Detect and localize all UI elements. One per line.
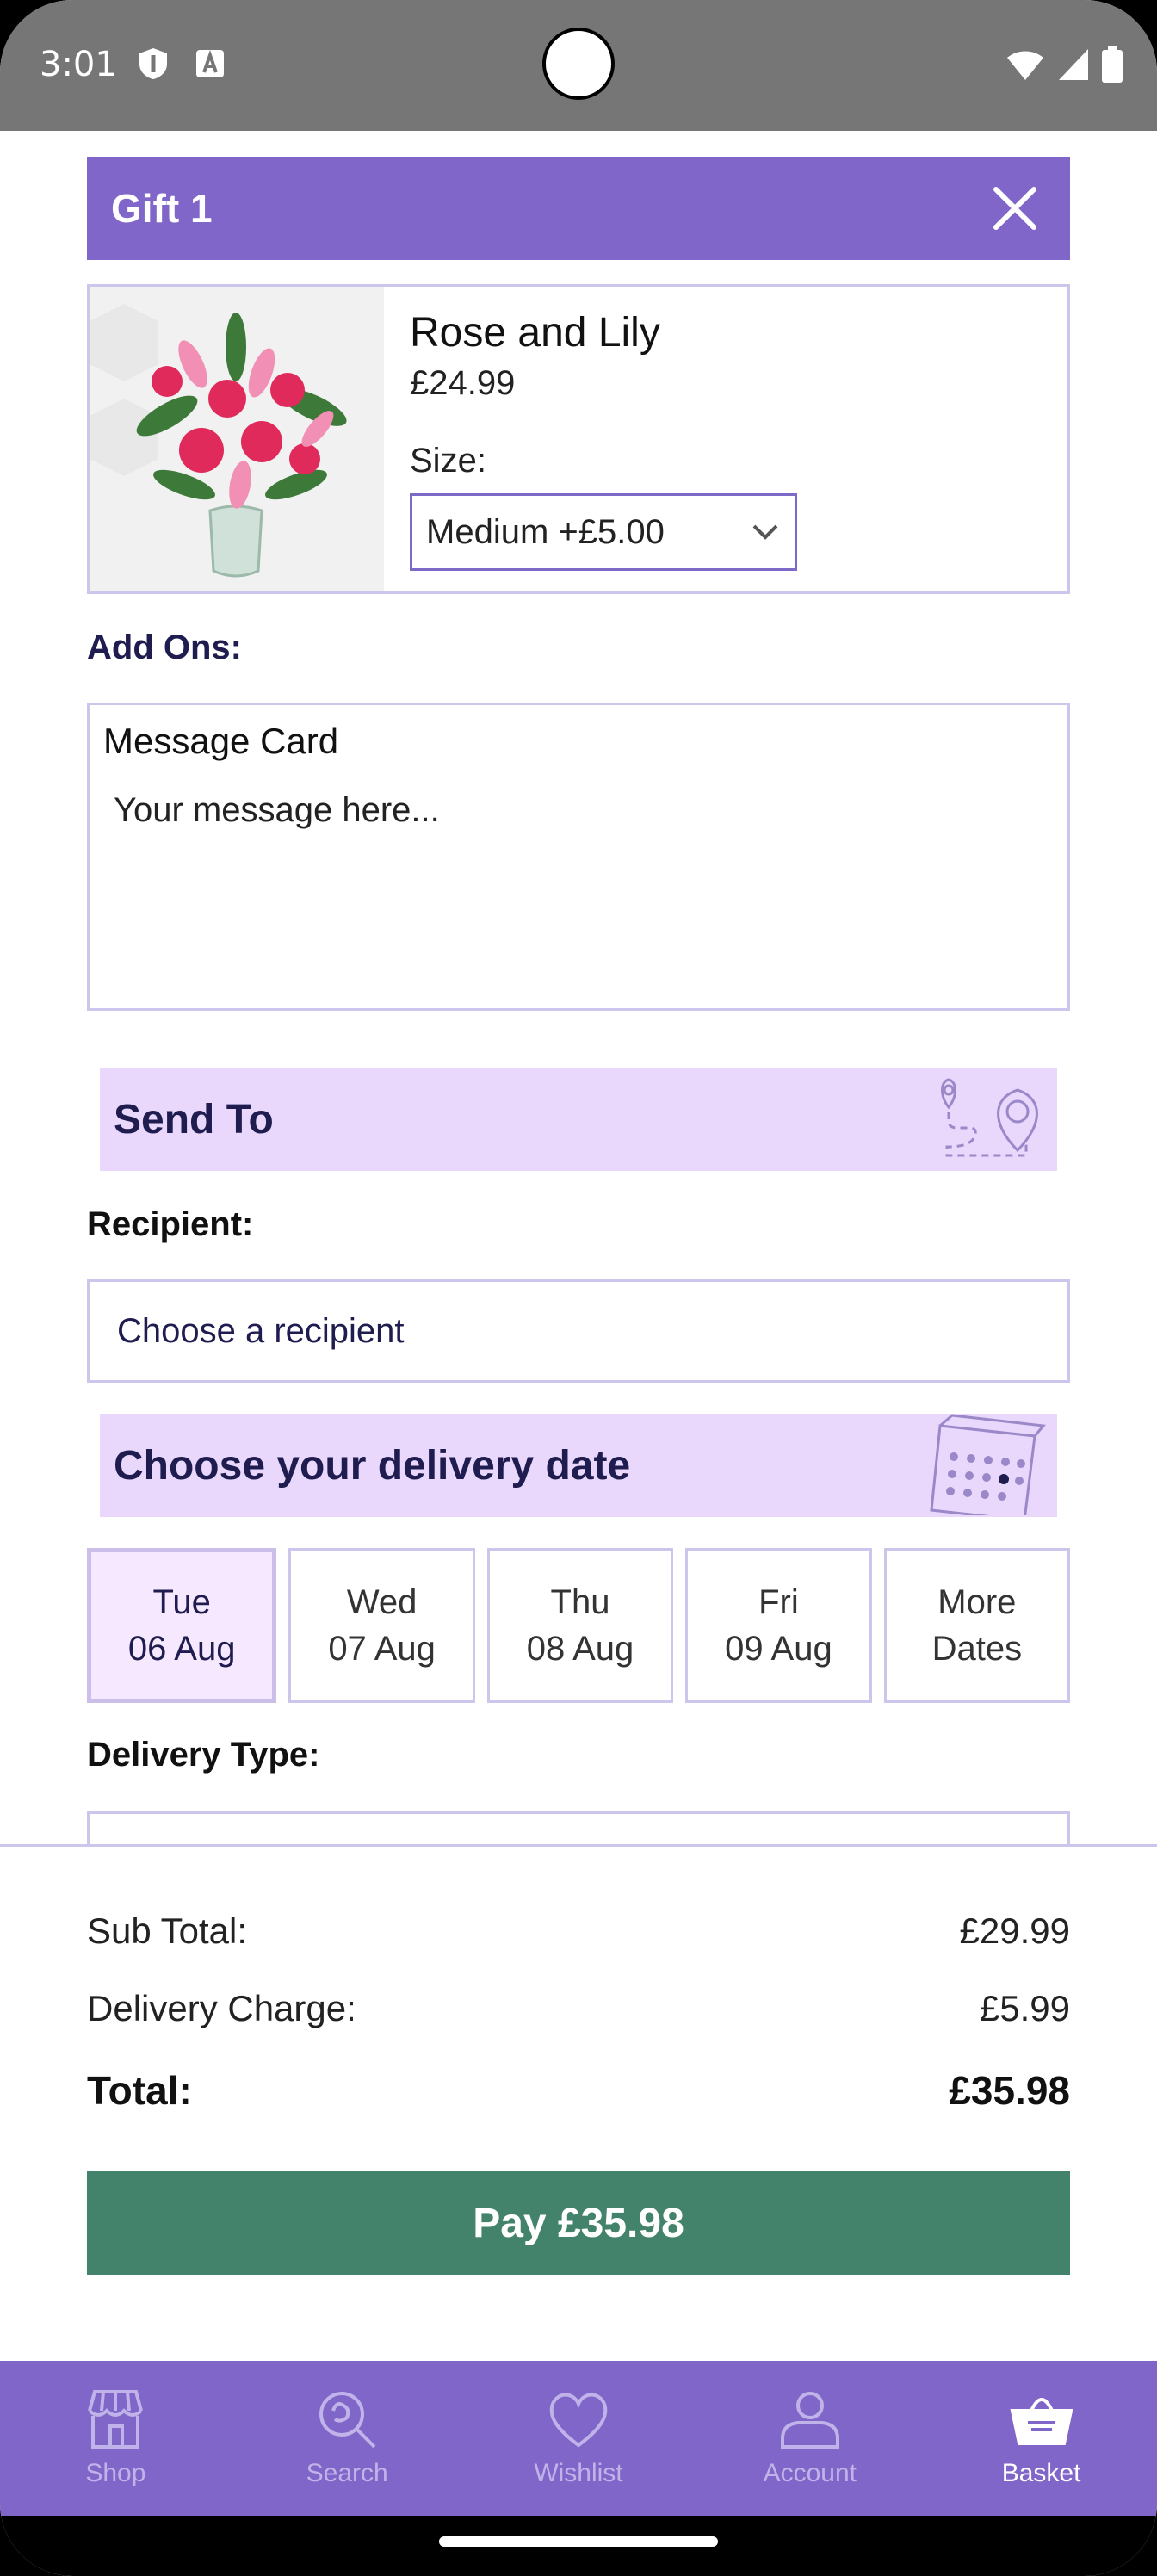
nav-search[interactable]: Search — [232, 2361, 463, 2516]
battery-icon — [1102, 46, 1123, 83]
cell-signal-icon — [1059, 49, 1088, 80]
account-icon — [780, 2392, 839, 2449]
size-select-value: Medium +£5.00 — [426, 512, 665, 551]
status-icons — [1005, 46, 1123, 83]
date-date: 08 Aug — [526, 1630, 634, 1668]
more-dates-button[interactable]: More Dates — [883, 1548, 1071, 1703]
size-select[interactable]: Medium +£5.00 — [410, 493, 797, 571]
delivery-type-label: Delivery Type: — [87, 1736, 320, 1774]
home-indicator[interactable] — [439, 2536, 718, 2547]
status-bar: 3:01 — [0, 0, 1157, 131]
total-value: £35.98 — [949, 2068, 1070, 2113]
delivery-charge-value: £5.99 — [979, 1988, 1070, 2028]
date-option-wed[interactable]: Wed 07 Aug — [288, 1548, 475, 1703]
product-price: £24.99 — [410, 364, 516, 402]
date-day: Fri — [758, 1583, 799, 1621]
nav-shop-label: Shop — [85, 2459, 146, 2487]
gesture-bar — [0, 2516, 1157, 2576]
totals-panel: Sub Total: £29.99 Delivery Charge: £5.99… — [0, 1844, 1157, 2361]
date-day: Thu — [550, 1583, 610, 1621]
date-option-tue[interactable]: Tue 06 Aug — [87, 1548, 277, 1703]
wifi-icon — [1007, 51, 1043, 80]
delivery-charge-row: Delivery Charge: £5.99 — [87, 1988, 1070, 2029]
nav-basket-label: Basket — [1001, 2459, 1081, 2487]
calendar-icon — [930, 1414, 1046, 1515]
recipient-label: Recipient: — [87, 1205, 254, 1243]
bottom-nav: Shop Search Wishlist Account Basket — [0, 2361, 1157, 2516]
size-label: Size: — [410, 442, 486, 480]
date-date: 06 Aug — [127, 1630, 236, 1668]
nav-basket[interactable]: Basket — [925, 2361, 1157, 2516]
message-input[interactable] — [114, 791, 1043, 830]
date-day: More — [937, 1583, 1017, 1621]
subtotal-label: Sub Total: — [87, 1910, 248, 1951]
nav-account-label: Account — [763, 2459, 857, 2487]
delivery-type-select[interactable] — [87, 1811, 1070, 1844]
route-map-icon — [941, 1078, 1038, 1157]
product-card: Rose and Lily £24.99 Size: Medium +£5.00 — [87, 284, 1070, 594]
product-image — [90, 287, 384, 591]
send-to-banner: Send To — [100, 1068, 1057, 1171]
date-date: 07 Aug — [328, 1630, 436, 1668]
send-to-title: Send To — [114, 1096, 274, 1142]
message-card-box[interactable]: Message Card — [87, 703, 1070, 1011]
close-icon[interactable] — [991, 184, 1039, 232]
message-card-title: Message Card — [103, 721, 339, 761]
subtotal-value: £29.99 — [959, 1910, 1070, 1951]
nav-search-label: Search — [306, 2459, 388, 2487]
date-option-fri[interactable]: Fri 09 Aug — [685, 1548, 872, 1703]
delivery-dates-row: Tue 06 Aug Wed 07 Aug Thu 08 Aug Fri 09 … — [87, 1548, 1071, 1703]
total-label: Total: — [87, 2068, 192, 2113]
nav-wishlist-label: Wishlist — [534, 2459, 623, 2487]
date-date: 09 Aug — [725, 1630, 832, 1668]
gift-title: Gift 1 — [111, 186, 213, 231]
status-time: 3:01 — [40, 45, 117, 84]
date-day: Tue — [152, 1583, 211, 1621]
nav-shop[interactable]: Shop — [0, 2361, 232, 2516]
subtotal-row: Sub Total: £29.99 — [87, 1910, 1070, 1952]
font-a-icon — [196, 49, 224, 77]
recipient-placeholder: Choose a recipient — [117, 1311, 405, 1350]
addons-label: Add Ons: — [87, 629, 242, 666]
delivery-date-title: Choose your delivery date — [114, 1442, 631, 1489]
nav-wishlist[interactable]: Wishlist — [463, 2361, 695, 2516]
date-day: Wed — [346, 1583, 418, 1621]
recipient-select[interactable]: Choose a recipient — [87, 1279, 1070, 1383]
shop-icon — [88, 2390, 144, 2449]
shield-icon — [139, 48, 167, 79]
heart-icon — [549, 2393, 608, 2448]
date-option-thu[interactable]: Thu 08 Aug — [486, 1548, 674, 1703]
gift-header: Gift 1 — [87, 157, 1070, 260]
search-icon — [319, 2392, 376, 2449]
chevron-down-icon — [752, 524, 778, 540]
delivery-charge-label: Delivery Charge: — [87, 1988, 356, 2028]
pay-button[interactable]: Pay £35.98 — [87, 2171, 1070, 2275]
basket-icon — [1010, 2398, 1073, 2445]
basket-content[interactable]: Gift 1 Rose and Lily £24.99 Size: Medium… — [0, 131, 1157, 1844]
total-row: Total: £35.98 — [87, 2067, 1070, 2114]
camera-cutout — [542, 28, 615, 100]
product-name: Rose and Lily — [410, 310, 660, 356]
app-screen: 3:01 Gift 1 Rose and Lily £24.99 Size: M… — [0, 0, 1157, 2576]
nav-account[interactable]: Account — [694, 2361, 925, 2516]
delivery-date-banner: Choose your delivery date — [100, 1414, 1057, 1517]
date-date: Dates — [931, 1630, 1023, 1668]
